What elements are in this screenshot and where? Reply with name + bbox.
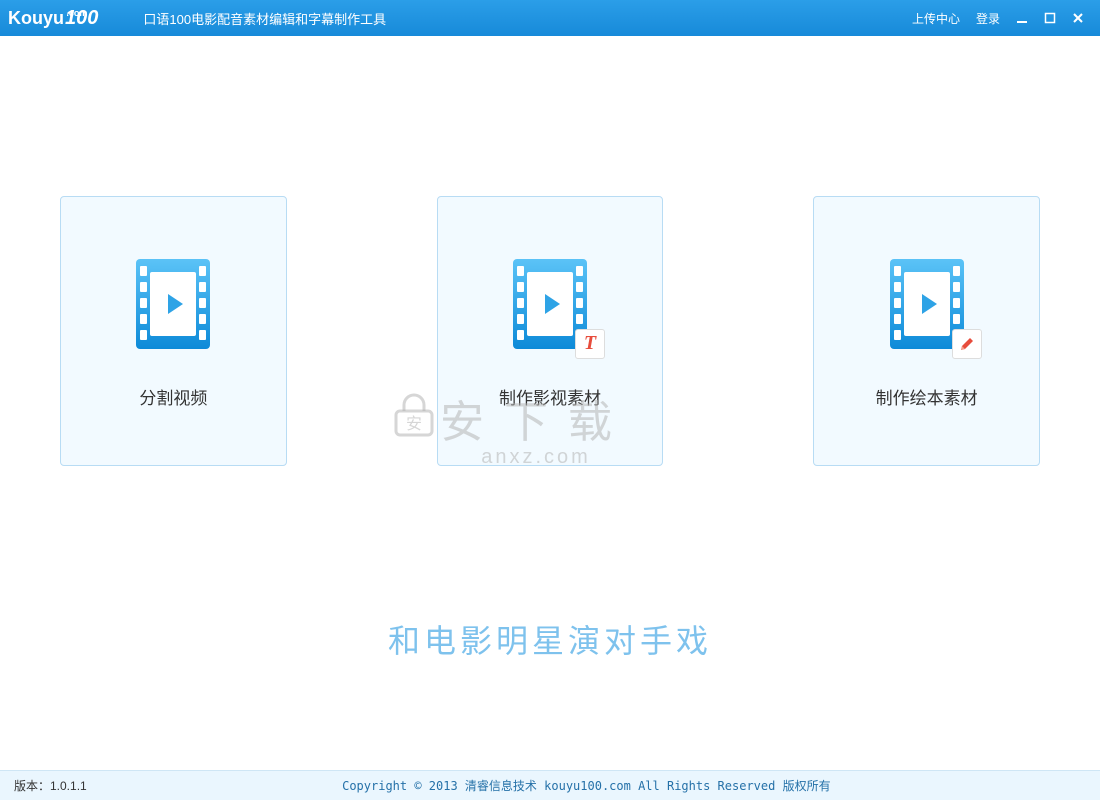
version-label: 版本：1.0.1.1 bbox=[14, 777, 87, 794]
pencil-badge-icon bbox=[952, 329, 982, 359]
minimize-button[interactable] bbox=[1008, 4, 1036, 32]
app-title: 口语100电影配音素材编辑和字幕制作工具 bbox=[143, 9, 386, 28]
minimize-icon bbox=[1016, 12, 1028, 24]
close-button[interactable] bbox=[1064, 4, 1092, 32]
card-split-video[interactable]: 分割视频 bbox=[60, 196, 287, 466]
maximize-icon bbox=[1044, 12, 1056, 24]
text-badge-icon: T bbox=[575, 329, 605, 359]
maximize-button[interactable] bbox=[1036, 4, 1064, 32]
film-text-icon: T bbox=[500, 254, 600, 354]
logo-text: Kouyu bbox=[8, 8, 64, 29]
film-pencil-icon bbox=[877, 254, 977, 354]
copyright-text: Copyright © 2013 清睿信息技术 kouyu100.com All… bbox=[87, 777, 1086, 794]
logo-com: .com bbox=[66, 8, 87, 18]
main-content: 分割视频 T 制作影视素材 bbox=[0, 36, 1100, 770]
card-label: 制作影视素材 bbox=[499, 384, 601, 409]
card-label: 分割视频 bbox=[139, 384, 207, 409]
close-icon bbox=[1072, 12, 1084, 24]
film-icon bbox=[123, 254, 223, 354]
card-label: 制作绘本素材 bbox=[876, 384, 978, 409]
footer-bar: 版本：1.0.1.1 Copyright © 2013 清睿信息技术 kouyu… bbox=[0, 770, 1100, 800]
tagline-text: 和电影明星演对手戏 bbox=[0, 616, 1100, 662]
app-logo: Kouyu 100 .com bbox=[8, 7, 119, 30]
card-row: 分割视频 T 制作影视素材 bbox=[0, 36, 1100, 466]
card-create-video-material[interactable]: T 制作影视素材 bbox=[437, 196, 664, 466]
upload-center-link[interactable]: 上传中心 bbox=[904, 6, 968, 31]
card-create-picture-book-material[interactable]: 制作绘本素材 bbox=[813, 196, 1040, 466]
titlebar: Kouyu 100 .com 口语100电影配音素材编辑和字幕制作工具 上传中心… bbox=[0, 0, 1100, 36]
login-link[interactable]: 登录 bbox=[968, 6, 1008, 31]
